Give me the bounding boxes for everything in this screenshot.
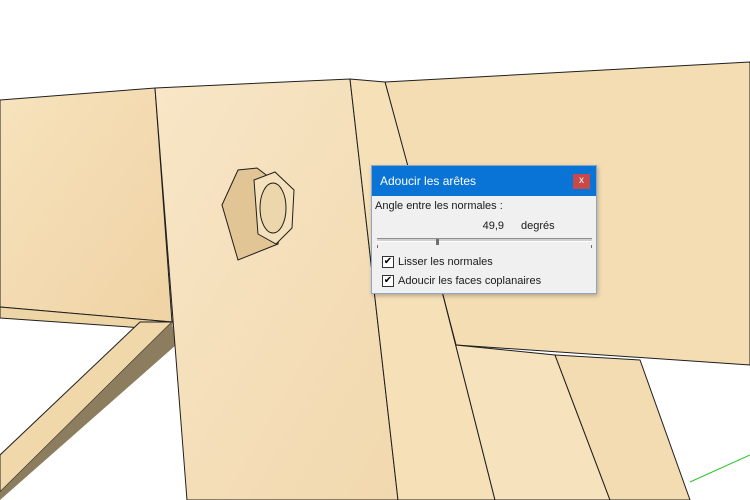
- dialog-titlebar[interactable]: Adoucir les arêtes x: [372, 166, 596, 196]
- soften-edges-dialog: Adoucir les arêtes x Angle entre les nor…: [371, 165, 597, 294]
- close-button[interactable]: x: [573, 174, 590, 189]
- angle-value: 49,9: [482, 220, 504, 232]
- slider-tick: [377, 245, 378, 248]
- slider-thumb[interactable]: [436, 239, 439, 245]
- wooden-beam-left: [0, 87, 173, 323]
- angle-label: Angle entre les normales :: [375, 200, 503, 212]
- slider-track: [377, 238, 592, 242]
- angle-unit: degrés: [521, 220, 555, 232]
- checkmark-icon: ✔: [383, 275, 393, 286]
- soften-coplanar-checkbox[interactable]: ✔: [382, 275, 394, 287]
- green-axis-line: [689, 454, 750, 483]
- close-icon: x: [579, 175, 584, 186]
- smooth-normals-label: Lisser les normales: [398, 256, 493, 268]
- slider-tick: [591, 245, 592, 248]
- angle-slider[interactable]: [377, 237, 592, 249]
- dialog-title: Adoucir les arêtes: [380, 174, 477, 188]
- soften-coplanar-label: Adoucir les faces coplanaires: [398, 275, 542, 287]
- smooth-normals-checkbox[interactable]: ✔: [382, 256, 394, 268]
- checkmark-icon: ✔: [383, 256, 393, 267]
- hex-nut-hole: [259, 182, 287, 234]
- diagonal-brace-shadow: [0, 322, 176, 500]
